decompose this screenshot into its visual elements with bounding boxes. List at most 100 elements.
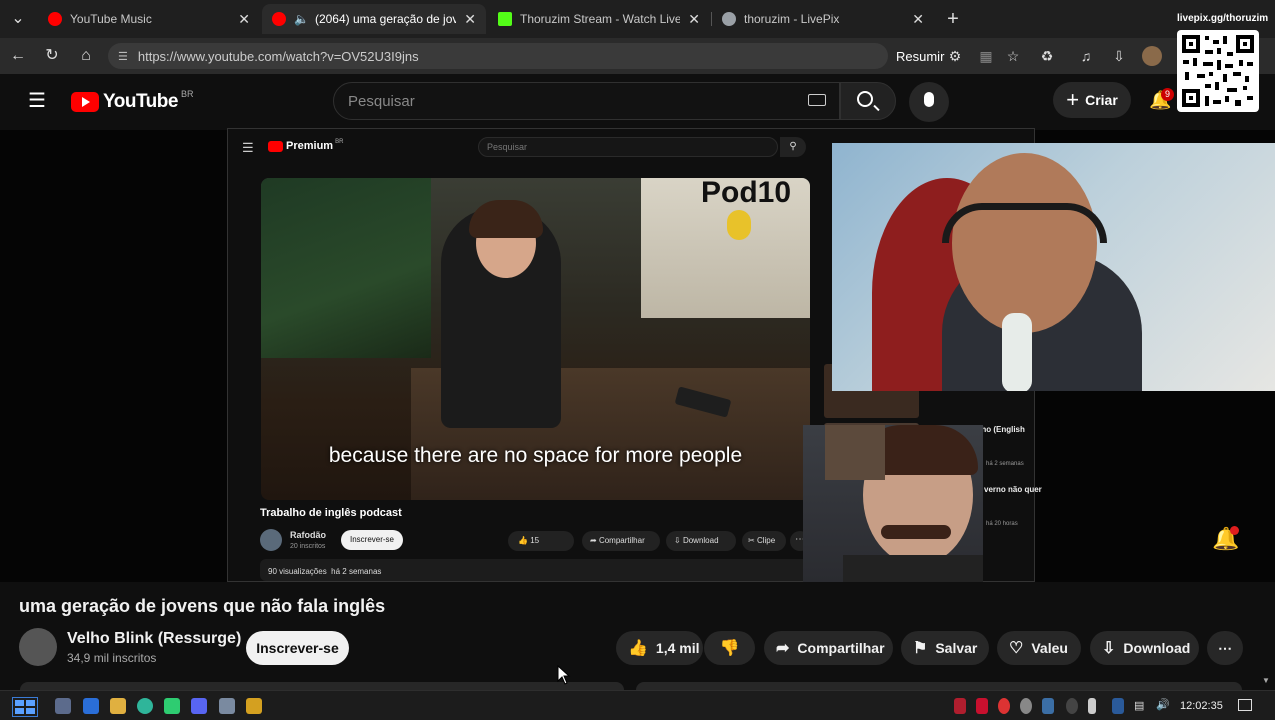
microphone-logo-icon <box>727 210 751 240</box>
resumir-icon[interactable]: ⚙ <box>945 46 965 66</box>
taskbar-clock[interactable]: 12:02:35 <box>1180 700 1223 712</box>
close-tab-icon[interactable]: ✕ <box>912 11 924 28</box>
channel-avatar[interactable] <box>19 628 57 666</box>
browser-toolbar: ← ↻ ⌂ ☰ https://www.youtube.com/watch?v=… <box>0 38 1275 74</box>
more-actions-button[interactable]: ⋯ <box>1207 631 1243 665</box>
voice-search-button[interactable] <box>909 82 949 122</box>
tray-icon[interactable] <box>998 698 1010 714</box>
notification-count-badge: 9 <box>1161 88 1174 101</box>
address-bar[interactable]: ☰ https://www.youtube.com/watch?v=OV52U3… <box>108 43 888 69</box>
windows-taskbar: ▤ 🔊 12:02:35 <box>0 690 1275 720</box>
tray-icon[interactable] <box>1112 698 1124 714</box>
downloads-icon[interactable]: ⇩ <box>1109 46 1129 66</box>
headset-icon <box>942 203 1107 243</box>
youtube-logo[interactable]: YouTube BR <box>71 89 193 113</box>
taskbar-app-icon[interactable] <box>55 698 71 714</box>
thanks-button[interactable]: ♡ Valeu <box>997 631 1081 665</box>
embedded-premium-logo: Premium BR <box>268 139 343 152</box>
tray-icon[interactable] <box>1020 698 1032 714</box>
channel-name[interactable]: Velho Blink (Ressurge) <box>67 630 241 648</box>
embedded-video-frame: Pod10 because there are no space for mor… <box>261 178 810 500</box>
edge-browser-icon[interactable] <box>137 698 153 714</box>
browser-tab-strip: ⌄ YouTube Music ✕ 🔈 (2064) uma geração d… <box>0 0 1275 38</box>
thumbs-up-icon: 👍 <box>628 640 648 657</box>
discord-icon[interactable] <box>191 698 207 714</box>
microphone-tray-icon[interactable] <box>1088 698 1096 714</box>
livepix-favicon-icon <box>722 12 736 26</box>
profile-avatar[interactable] <box>1142 46 1162 66</box>
like-button[interactable]: 👍 1,4 mil <box>616 631 703 665</box>
video-title: uma geração de jovens que não fala inglê… <box>19 596 386 616</box>
embedded-channel-avatar <box>260 529 282 551</box>
description-box[interactable] <box>20 682 624 690</box>
taskbar-app-icon[interactable] <box>219 698 235 714</box>
plants-background <box>261 178 431 358</box>
livepix-qr-code <box>1177 30 1259 112</box>
close-tab-icon[interactable]: ✕ <box>238 11 250 28</box>
search-button[interactable] <box>840 82 896 120</box>
create-button[interactable]: + Criar <box>1053 82 1131 118</box>
extensions-icon[interactable]: ♻ <box>1037 46 1057 66</box>
bookmark-icon: ⚑ <box>913 640 928 657</box>
notifications-icon[interactable] <box>1238 699 1252 711</box>
reload-icon[interactable]: ↻ <box>42 46 62 66</box>
subscribe-button[interactable]: Inscrever-se <box>246 631 349 665</box>
tray-icon[interactable] <box>976 698 988 714</box>
youtube-music-favicon-icon <box>48 12 62 26</box>
resumir-button[interactable]: Resumir <box>896 49 944 64</box>
more-icon: ⋯ <box>1218 639 1232 656</box>
guest-mustache <box>881 525 951 539</box>
tray-icon[interactable] <box>1066 698 1078 714</box>
tab-current-video[interactable]: 🔈 (2064) uma geração de jovens ✕ <box>262 4 486 34</box>
taskbar-app-icon[interactable] <box>83 698 99 714</box>
start-windows-icon[interactable] <box>12 697 38 717</box>
close-tab-icon[interactable]: ✕ <box>464 11 476 28</box>
qr-code-icon <box>1182 35 1254 107</box>
embedded-side-title: verno não quer <box>984 485 1042 494</box>
video-caption: because there are no space for more peop… <box>328 444 743 467</box>
search-input[interactable]: Pesquisar <box>333 82 840 120</box>
embedded-clip-pill: ✂ Clipe <box>742 531 786 551</box>
embedded-search-input: Pesquisar <box>478 137 778 157</box>
keyboard-icon[interactable] <box>808 94 826 106</box>
embedded-side-meta: há 20 horas <box>986 521 1018 527</box>
kick-favicon-icon <box>498 12 512 26</box>
tab-kick-stream[interactable]: Thoruzim Stream - Watch Live on ✕ <box>488 4 710 34</box>
sidebar-chip[interactable] <box>636 682 1242 690</box>
person-hair <box>469 200 543 238</box>
thumbs-down-icon: 👎 <box>719 640 740 657</box>
home-icon[interactable]: ⌂ <box>76 46 96 66</box>
scroll-down-arrow-icon[interactable]: ▼ <box>1262 676 1270 685</box>
download-button[interactable]: ⇩ Download <box>1090 631 1199 665</box>
apps-icon[interactable]: ▦ <box>976 46 996 66</box>
livepix-handle-overlay: livepix.gg/thoruzim <box>1177 13 1269 24</box>
taskbar-app-icon[interactable] <box>164 698 180 714</box>
save-button[interactable]: ⚑ Salvar <box>901 631 989 665</box>
embedded-subscribe-button: Inscrever-se <box>341 530 403 550</box>
menu-icon[interactable]: ☰ <box>28 91 46 111</box>
dislike-button[interactable]: 👎 <box>704 631 755 665</box>
steam-icon[interactable] <box>1042 698 1054 714</box>
tab-list-chevron-icon[interactable]: ⌄ <box>8 9 28 29</box>
share-button[interactable]: ➦ Compartilhar <box>764 631 893 665</box>
pod10-badge: Pod10 <box>701 178 792 209</box>
music-icon[interactable]: ♫ <box>1076 46 1096 66</box>
tray-icon[interactable] <box>954 698 966 714</box>
file-explorer-icon[interactable] <box>110 698 126 714</box>
audio-playing-icon[interactable]: 🔈 <box>294 12 309 26</box>
taskbar-app-icon[interactable] <box>246 698 262 714</box>
embedded-like-pill: 👍 15 <box>508 531 574 551</box>
back-arrow-icon[interactable]: ← <box>8 46 28 66</box>
site-info-icon[interactable]: ☰ <box>118 50 128 63</box>
close-tab-icon[interactable]: ✕ <box>688 11 700 28</box>
new-tab-plus-icon[interactable]: + <box>943 9 963 29</box>
tab-livepix[interactable]: thoruzim - LivePix ✕ <box>712 4 934 34</box>
favorite-star-icon[interactable]: ☆ <box>1003 46 1023 66</box>
volume-icon[interactable]: 🔊 <box>1156 698 1170 711</box>
embedded-search-icon: ⚲ <box>780 137 806 157</box>
network-icon[interactable]: ▤ <box>1134 699 1144 712</box>
embedded-download-pill: ⇩ Download <box>666 531 736 551</box>
streamer-face <box>952 153 1097 333</box>
url-text: https://www.youtube.com/watch?v=OV52U3I9… <box>137 48 419 64</box>
tab-youtube-music[interactable]: YouTube Music ✕ <box>38 4 260 34</box>
